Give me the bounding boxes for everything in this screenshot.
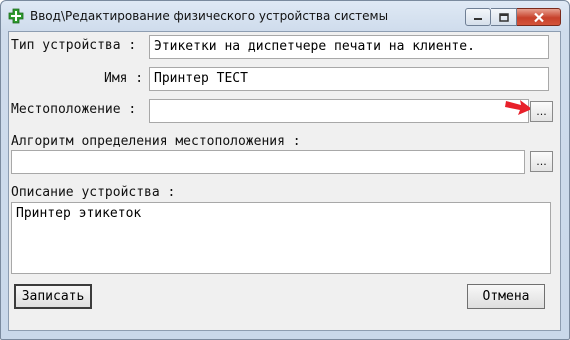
description-label: Описание устройства : (11, 185, 176, 200)
close-icon (533, 12, 544, 22)
minimize-button[interactable] (465, 8, 491, 26)
location-field[interactable] (149, 99, 529, 123)
location-label: Местоположение : (11, 102, 137, 117)
dialog-window: Ввод\Редактирование физического устройст… (0, 0, 570, 340)
close-button[interactable] (517, 8, 561, 26)
save-button[interactable]: Записать (14, 284, 92, 309)
location-algorithm-browse-button[interactable]: ... (530, 151, 553, 172)
location-algorithm-label: Алгоритм определения местоположения : (11, 134, 301, 149)
title-bar[interactable]: Ввод\Редактирование физического устройст… (1, 1, 569, 31)
dialog-body: Тип устройства : Этикетки на диспетчере … (8, 31, 561, 331)
window-title: Ввод\Редактирование физического устройст… (30, 9, 389, 23)
device-type-field[interactable]: Этикетки на диспетчере печати на клиенте… (149, 35, 549, 59)
location-algorithm-field[interactable] (11, 150, 525, 174)
device-type-label: Тип устройства : (11, 38, 137, 53)
location-browse-button[interactable]: ... (530, 101, 553, 122)
name-field[interactable]: Принтер ТЕСТ (149, 67, 549, 91)
app-plus-icon (8, 8, 24, 24)
maximize-icon (498, 12, 509, 22)
name-label: Имя : (104, 71, 144, 86)
maximize-button[interactable] (491, 8, 517, 26)
minimize-icon (474, 18, 482, 20)
cancel-button[interactable]: Отмена (467, 284, 545, 309)
description-field[interactable]: Принтер этикеток (11, 202, 551, 274)
